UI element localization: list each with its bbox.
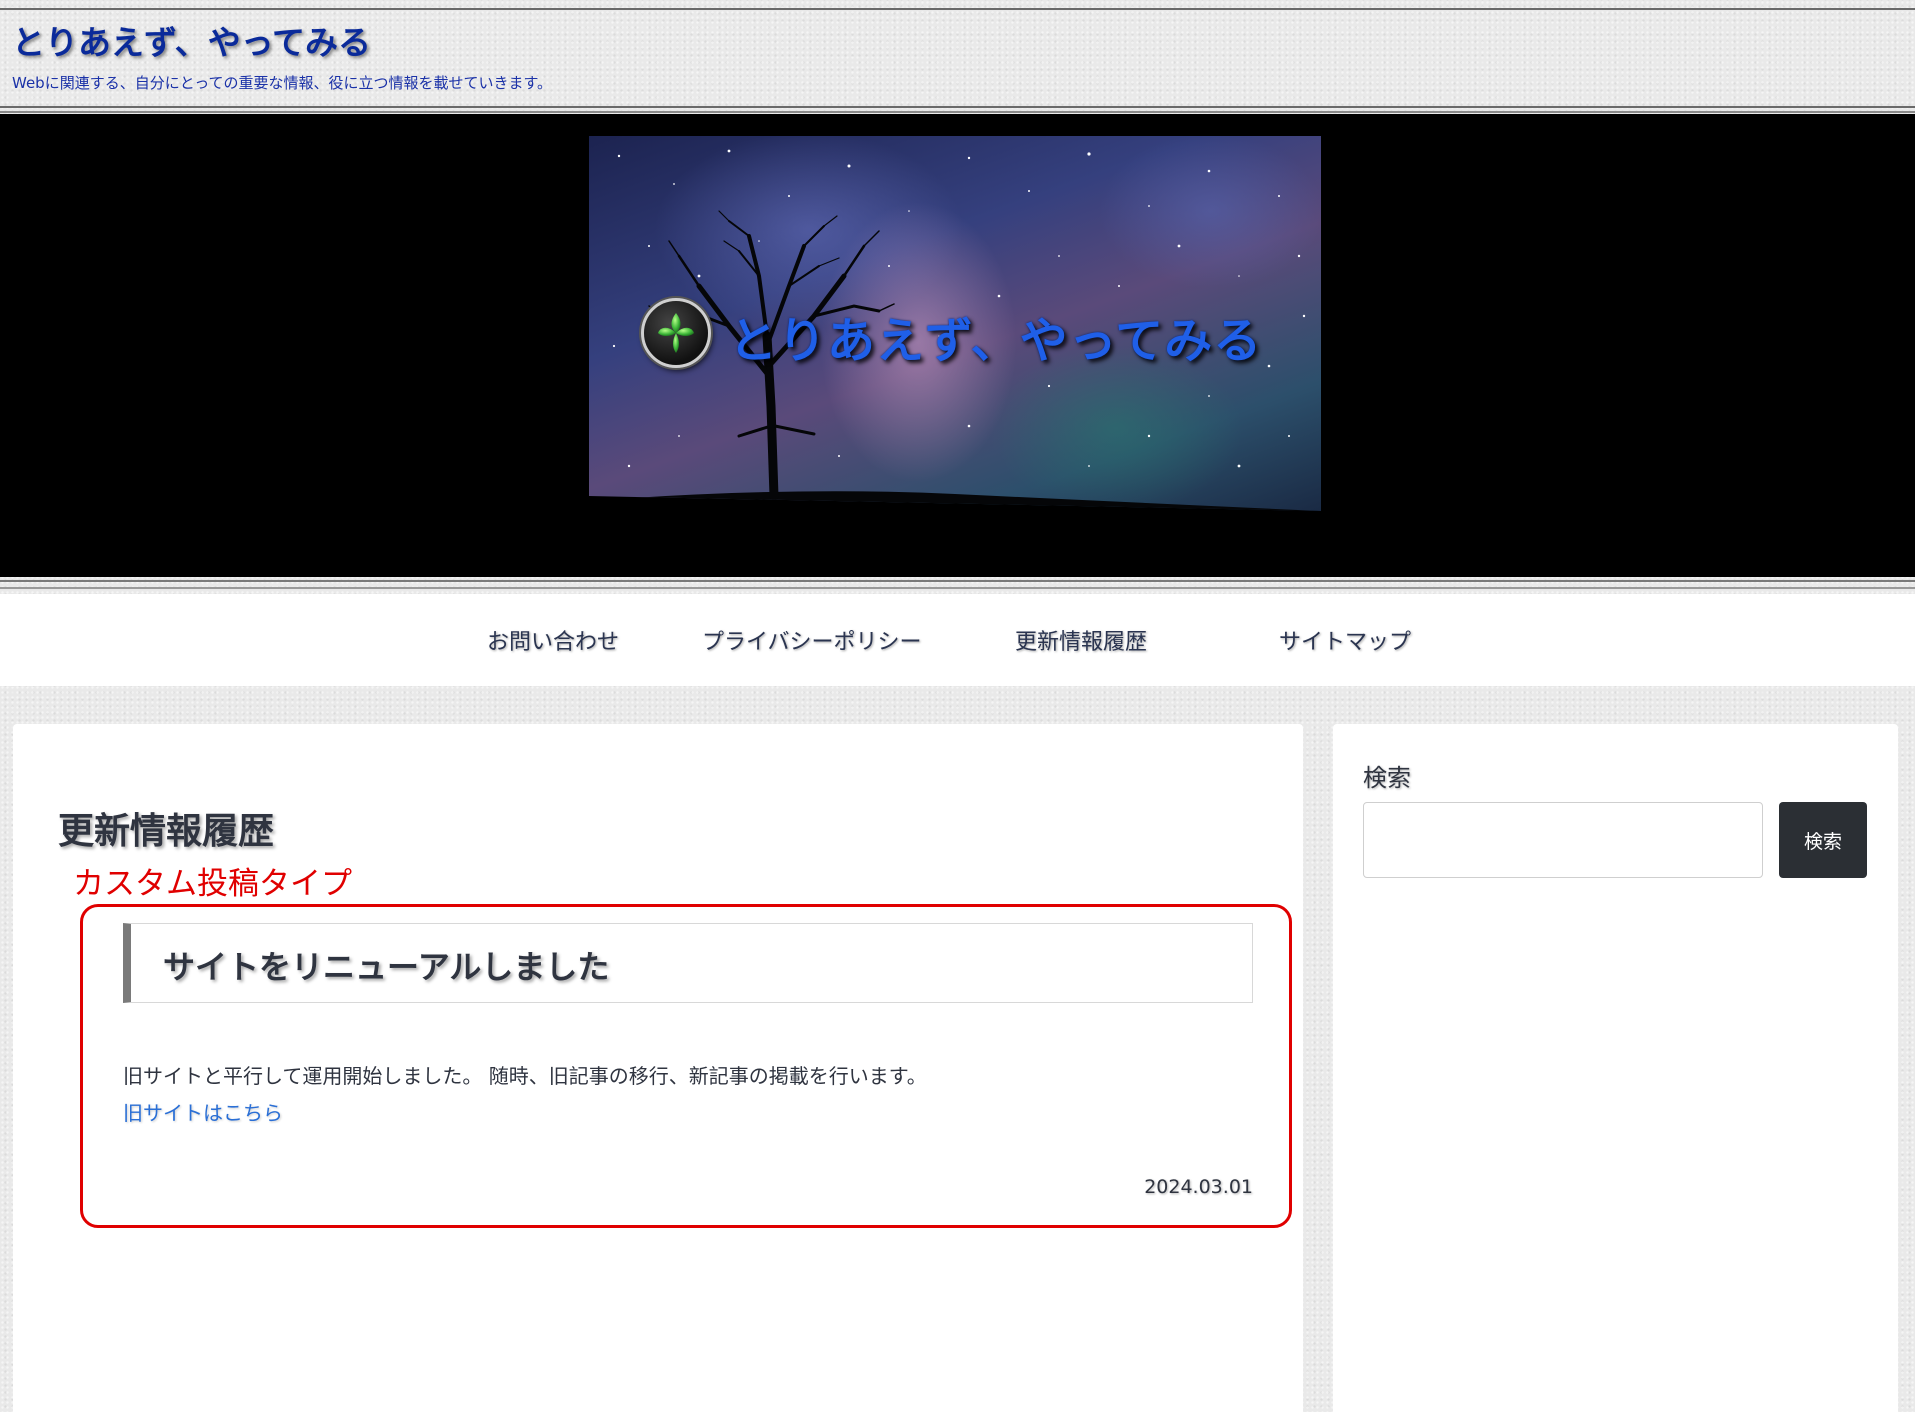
post-date: 2024.03.01 (1144, 1176, 1253, 1198)
site-logo (641, 298, 711, 368)
search-widget-title: 検索 (1363, 764, 1411, 792)
old-site-link[interactable]: 旧サイトはこちら (123, 1097, 283, 1126)
page-title: 更新情報履歴 (58, 811, 275, 852)
post-body: 旧サイトと平行して運用開始しました。 随時、旧記事の移行、新記事の掲載を行います… (123, 1064, 927, 1088)
hero-banner: とりあえず、やってみる (0, 114, 1915, 577)
divider (0, 580, 1915, 582)
nav-item-privacy-policy[interactable]: プライバシーポリシー (702, 624, 922, 656)
annotation-label: カスタム投稿タイプ (73, 866, 352, 902)
site-title[interactable]: とりあえず、やってみる (12, 16, 371, 64)
search-button[interactable]: 検索 (1779, 802, 1867, 878)
main-nav: お問い合わせ プライバシーポリシー 更新情報履歴 サイトマップ (0, 594, 1915, 686)
sidebar: 検索 検索 (1333, 724, 1898, 1412)
hero-banner-title: とりあえず、やってみる (729, 313, 1263, 369)
post-heading-box: サイトをリニューアルしました (123, 923, 1253, 1003)
nav-item-contact[interactable]: お問い合わせ (487, 624, 619, 656)
site-header: とりあえず、やってみる Webに関連する、自分にとっての重要な情報、役に立つ情報… (0, 8, 1915, 113)
divider (0, 587, 1915, 589)
main-content: 更新情報履歴 カスタム投稿タイプ サイトをリニューアルしました 旧サイトと平行し… (13, 724, 1303, 1412)
fleur-de-lis-icon (658, 313, 694, 353)
site-tagline: Webに関連する、自分にとっての重要な情報、役に立つ情報を載せていきます。 (12, 74, 553, 92)
hero-image: とりあえず、やってみる (589, 136, 1321, 511)
nav-item-sitemap[interactable]: サイトマップ (1279, 624, 1411, 656)
post-heading: サイトをリニューアルしました (163, 948, 610, 986)
search-input[interactable] (1363, 802, 1763, 878)
nav-item-update-history[interactable]: 更新情報履歴 (1015, 624, 1147, 656)
